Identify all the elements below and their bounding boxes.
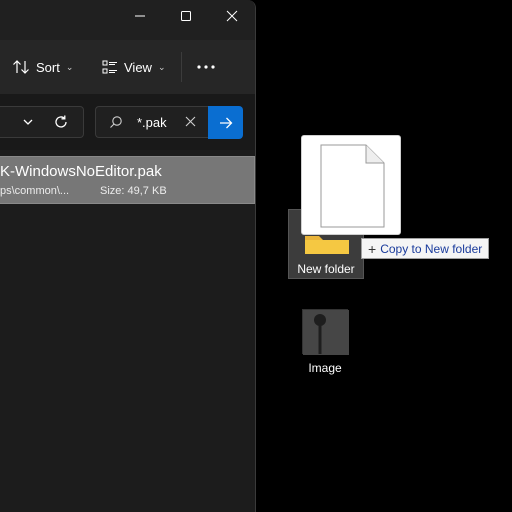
clear-search-icon[interactable] — [185, 116, 196, 127]
drag-tooltip: + Copy to New folder — [361, 238, 490, 259]
close-button[interactable] — [209, 0, 255, 32]
search-result-row[interactable]: K-WindowsNoEditor.pak ps\common\... Size… — [0, 156, 255, 204]
title-bar — [0, 0, 255, 40]
maximize-button[interactable] — [163, 0, 209, 32]
sort-icon — [13, 60, 29, 74]
minimize-icon — [135, 15, 145, 17]
sort-button[interactable]: Sort ⌄ — [12, 52, 73, 82]
chevron-down-icon[interactable] — [22, 115, 34, 129]
search-input[interactable]: *.pak — [137, 115, 167, 130]
document-icon — [320, 144, 385, 228]
refresh-icon[interactable] — [53, 114, 69, 130]
view-button[interactable]: View ⌄ — [102, 52, 166, 82]
result-file-size: Size: 49,7 KB — [100, 185, 167, 197]
search-go-button[interactable] — [208, 106, 243, 139]
maximize-icon — [181, 11, 191, 21]
drag-tooltip-label: Copy to New folder — [380, 241, 483, 256]
more-options-button[interactable] — [194, 52, 218, 82]
sort-chevron-icon: ⌄ — [65, 61, 74, 72]
result-file-name: K-WindowsNoEditor.pak — [0, 163, 162, 180]
desktop-image-thumbnail[interactable] — [302, 309, 349, 355]
close-icon — [226, 10, 238, 22]
view-icon — [102, 60, 117, 74]
plus-icon: + — [368, 240, 377, 257]
search-icon — [110, 116, 122, 128]
view-chevron-icon: ⌄ — [157, 61, 166, 72]
address-bar[interactable] — [0, 106, 84, 138]
view-label: View — [124, 59, 152, 75]
image-preview-icon — [303, 310, 349, 355]
more-horizontal-icon — [197, 65, 215, 69]
search-box[interactable]: *.pak — [95, 106, 208, 138]
arrow-right-icon — [219, 117, 232, 128]
minimize-button[interactable] — [117, 0, 163, 32]
image-label: Image — [308, 361, 342, 375]
sort-label: Sort — [36, 59, 60, 75]
result-file-path: ps\common\... — [0, 185, 70, 197]
file-explorer-window: Sort ⌄ View ⌄ *.pak K-WindowsNoEditor.pa… — [0, 0, 256, 512]
new-folder-label: New folder — [297, 262, 355, 276]
drag-preview-card — [301, 135, 401, 235]
toolbar-divider — [181, 52, 182, 82]
command-bar: Sort ⌄ View ⌄ — [0, 40, 255, 94]
